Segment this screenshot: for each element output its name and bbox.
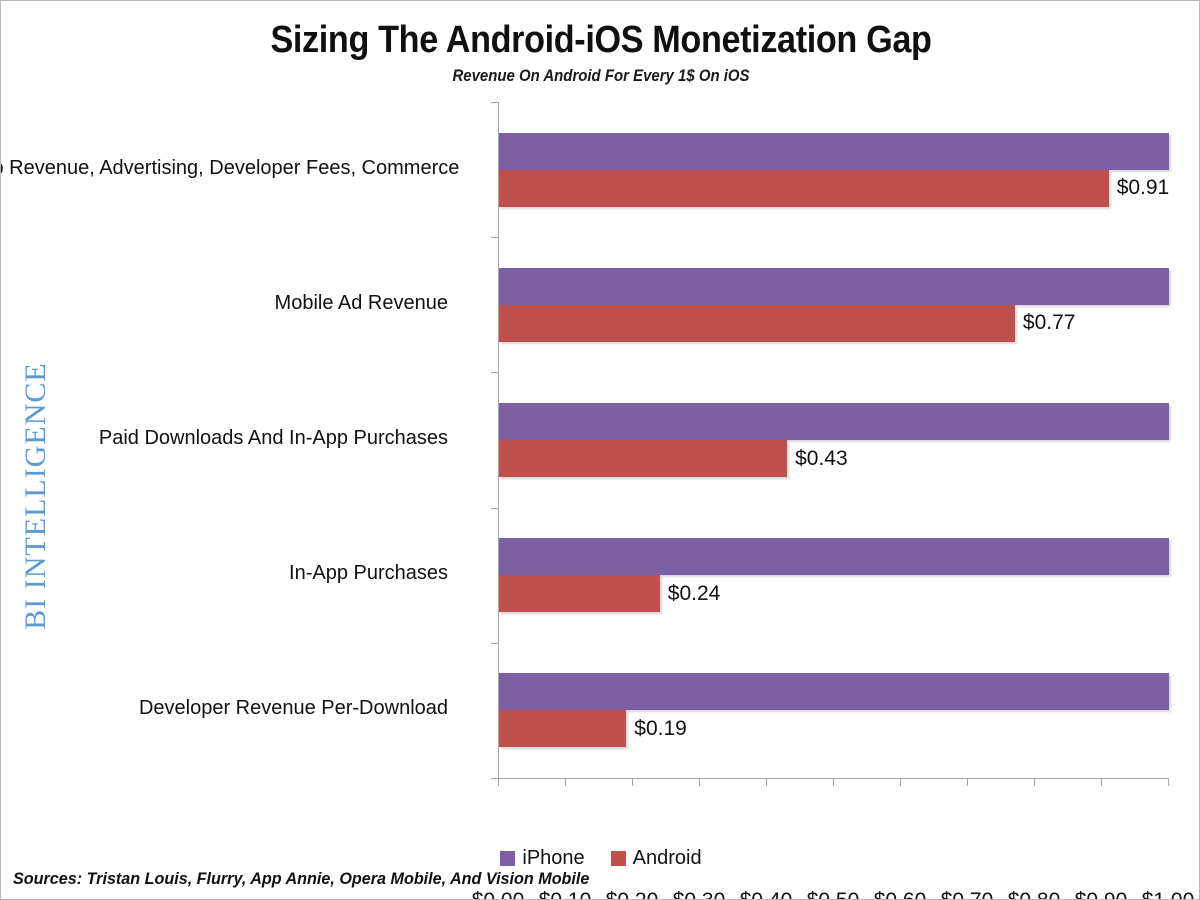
x-axis-tick: [632, 779, 633, 786]
bar-android[interactable]: [499, 169, 1109, 207]
bar-group: $0.19: [499, 673, 1169, 748]
x-axis-tick-label: $1.00: [1123, 889, 1199, 899]
y-axis-tick: [491, 643, 498, 644]
x-axis-tick: [565, 779, 566, 786]
x-axis-tick: [699, 779, 700, 786]
y-axis-tick: [491, 508, 498, 509]
x-axis-tick: [833, 779, 834, 786]
x-axis-tick: [900, 779, 901, 786]
legend-swatch-icon: [500, 851, 516, 866]
chart-title: Sizing The Android-iOS Monetization Gap: [270, 19, 932, 61]
x-axis-tick: [1168, 779, 1169, 786]
x-axis-tick: [967, 779, 968, 786]
bar-value-label: $0.43: [795, 446, 848, 470]
bar-iphone[interactable]: [499, 538, 1169, 576]
chart-legend: iPhone Android: [1, 847, 1199, 870]
bar-android[interactable]: [499, 575, 660, 613]
legend-label: Android: [632, 847, 702, 869]
bar-android[interactable]: [499, 440, 788, 477]
x-axis-tick: [1101, 779, 1102, 786]
bar-group: $0.24: [499, 538, 1169, 613]
y-axis-tick: [491, 372, 498, 373]
bar-group: $0.77: [499, 267, 1169, 342]
bi-intelligence-watermark: BI INTELLIGENCE: [19, 362, 52, 630]
bar-android[interactable]: [499, 710, 627, 748]
chart-subtitle: Revenue On Android For Every 1$ On iOS: [452, 66, 750, 85]
y-axis-tick: [491, 237, 498, 238]
bar-value-label: $0.91: [1116, 176, 1170, 200]
x-axis-tick: [1034, 779, 1035, 786]
category-label: Mobile Ad Revenue: [274, 291, 448, 314]
bar-value-label: $0.19: [634, 716, 687, 740]
category-label: App Revenue, Advertising, Developer Fees…: [0, 156, 460, 179]
bar-iphone[interactable]: [499, 673, 1169, 711]
category-label: Developer Revenue Per-Download: [138, 697, 448, 720]
bar-iphone[interactable]: [499, 267, 1169, 305]
legend-label: iPhone: [522, 847, 585, 869]
bar-value-label: $0.77: [1022, 311, 1076, 335]
bar-android[interactable]: [499, 304, 1015, 342]
legend-item-iphone[interactable]: iPhone: [500, 847, 585, 870]
bar-iphone[interactable]: [499, 132, 1169, 170]
y-axis-tick: [491, 102, 498, 103]
y-axis-tick: [491, 778, 498, 779]
legend-swatch-icon: [610, 851, 626, 866]
bar-group: $0.91: [499, 132, 1170, 207]
category-label: In-App Purchases: [289, 562, 448, 585]
category-label: Paid Downloads And In-App Purchases: [98, 427, 448, 449]
bar-group: $0.43: [499, 403, 1169, 477]
x-axis-tick: [766, 779, 767, 786]
x-axis-tick: [498, 779, 499, 786]
bar-iphone[interactable]: [499, 403, 1169, 440]
sources-note: Sources: Tristan Louis, Flurry, App Anni…: [13, 869, 590, 888]
legend-item-android[interactable]: Android: [610, 847, 702, 870]
chart-page: Sizing The Android-iOS Monetization Gap …: [0, 0, 1200, 900]
plot-area: $0.91 $0.77 $0.43 $0.24 $0.19 App Revenue, A…: [1, 102, 1194, 899]
bar-value-label: $0.24: [667, 581, 721, 605]
